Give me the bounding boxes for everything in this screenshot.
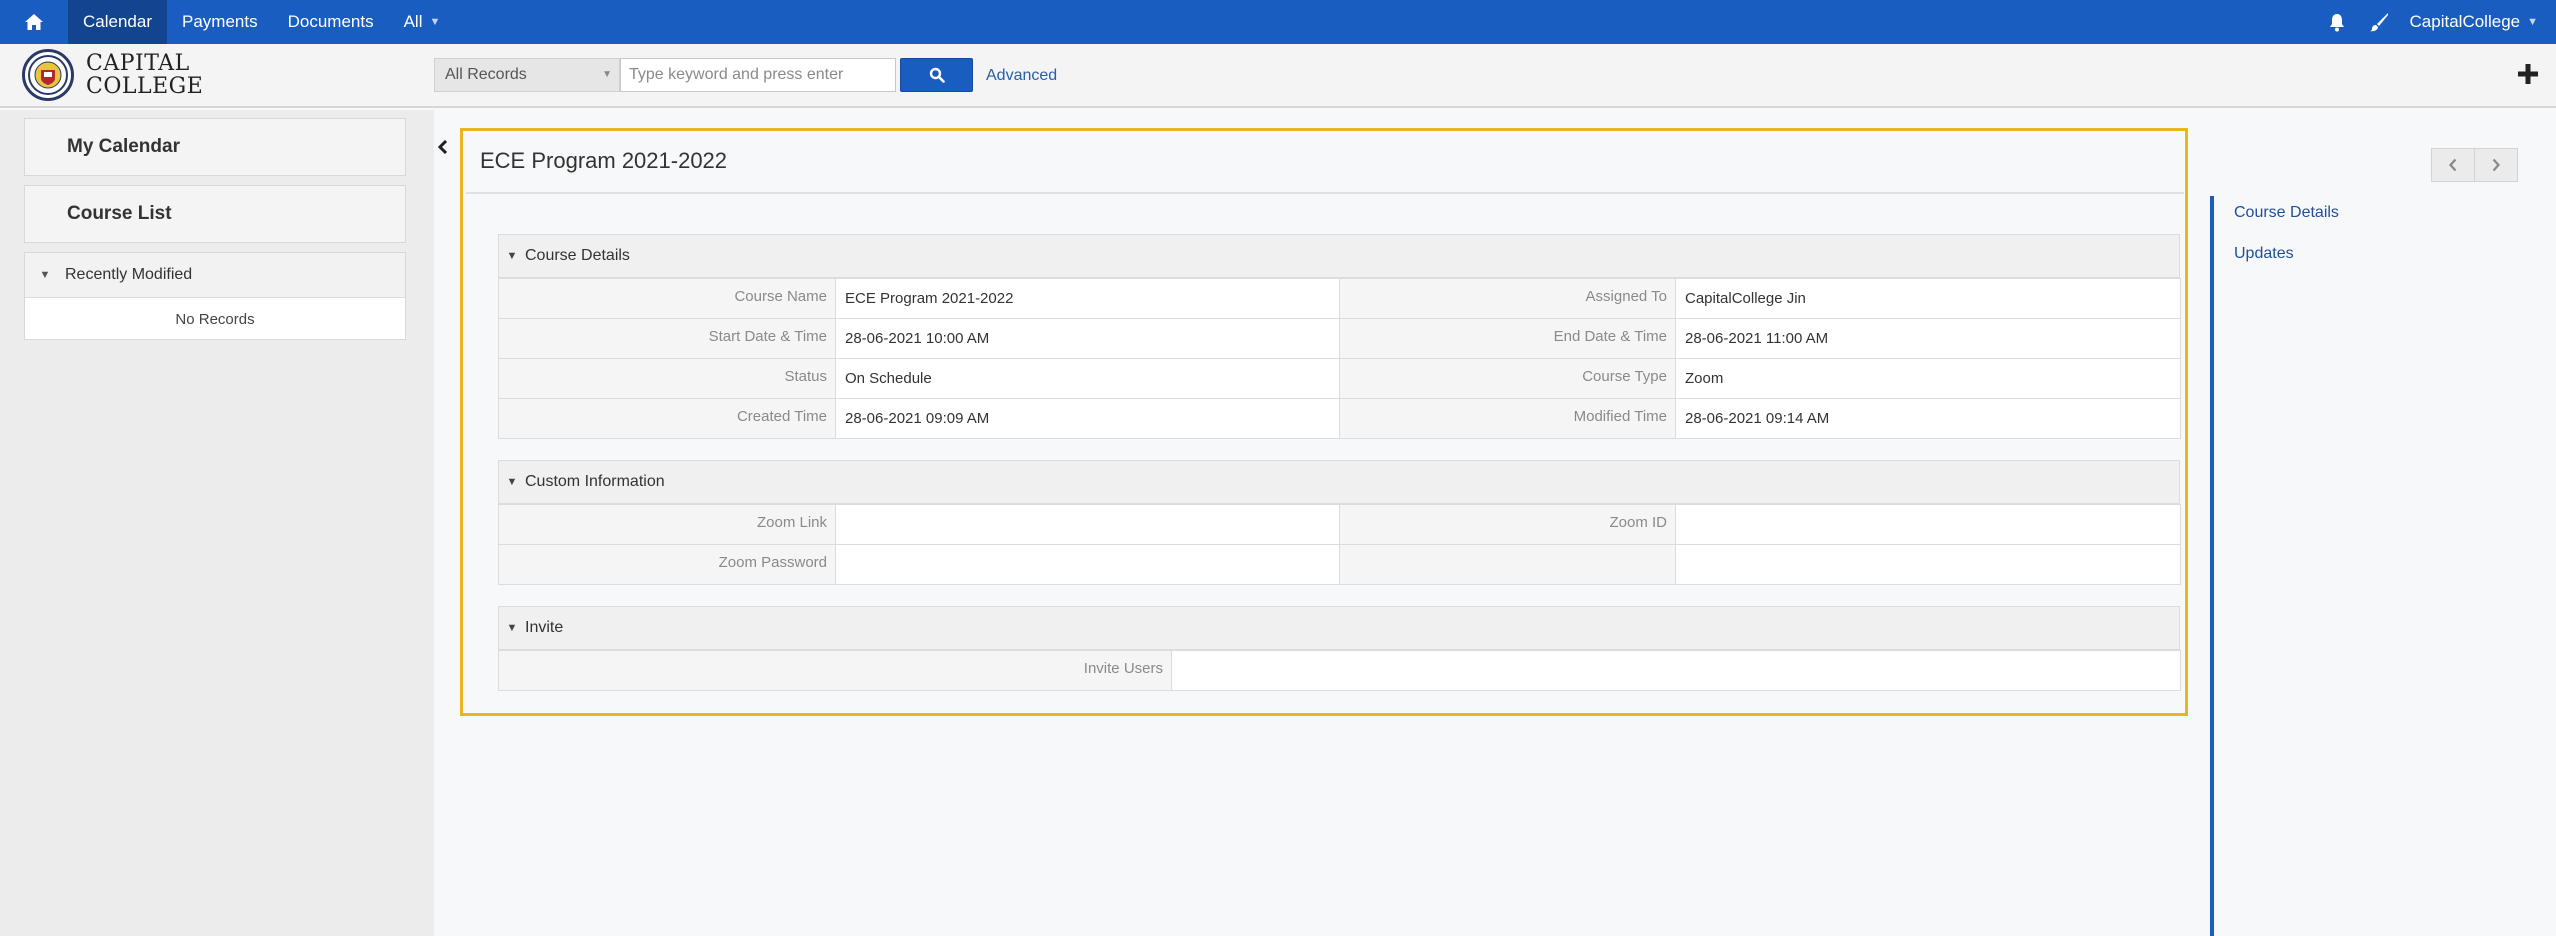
chevron-down-icon: ▼: [2527, 16, 2538, 28]
chevron-down-icon: ▼: [429, 16, 441, 28]
related-panel: Course Details Updates: [2210, 196, 2556, 936]
field-label: Zoom ID: [1339, 504, 1676, 545]
course-name-value[interactable]: ECE Program 2021-2022: [835, 278, 1340, 319]
user-menu[interactable]: CapitalCollege ▼: [2400, 12, 2556, 32]
nav-documents-label: Documents: [287, 12, 374, 31]
user-name: CapitalCollege: [2409, 12, 2521, 31]
field-label: Start Date & Time: [498, 318, 836, 359]
nav-all-label: All: [403, 12, 423, 31]
recently-modified-empty: No Records: [175, 310, 255, 328]
previous-record-button[interactable]: [2431, 148, 2475, 182]
field-label: Status: [498, 358, 836, 399]
search-scope-select[interactable]: All Records ▼: [434, 58, 620, 92]
search-button[interactable]: [900, 58, 973, 92]
modified-time-value: 28-06-2021 09:14 AM: [1675, 398, 2181, 439]
zoom-id-value[interactable]: [1675, 504, 2181, 545]
recently-modified-header[interactable]: ▼ Recently Modified: [25, 253, 405, 298]
status-value[interactable]: On Schedule: [835, 358, 1340, 399]
collapse-sidebar-icon[interactable]: [434, 130, 452, 164]
field-label: Created Time: [498, 398, 836, 439]
chevron-down-icon: ▼: [602, 69, 612, 80]
recently-modified-panel: ▼ Recently Modified No Records: [24, 252, 406, 340]
search-scope-value: All Records: [445, 66, 527, 83]
field-label: Modified Time: [1339, 398, 1676, 439]
course-details-table: Course Name ECE Program 2021-2022 Assign…: [498, 278, 2181, 439]
plus-icon[interactable]: [2514, 60, 2542, 88]
related-link-course-details[interactable]: Course Details: [2234, 204, 2339, 222]
nav-calendar-label: Calendar: [83, 12, 152, 31]
sidebar-item-label: My Calendar: [67, 136, 180, 157]
sidebar-item-my-calendar[interactable]: My Calendar: [24, 118, 406, 176]
chevron-left-icon: [2449, 158, 2457, 172]
zoom-password-value[interactable]: [835, 544, 1340, 585]
table-row: Created Time 28-06-2021 09:09 AM Modifie…: [498, 398, 2181, 439]
nav-calendar[interactable]: Calendar: [68, 0, 167, 44]
course-details-title: Course Details: [525, 247, 630, 264]
nav-all[interactable]: All ▼: [389, 0, 456, 44]
custom-information-header[interactable]: ▼ Custom Information: [498, 460, 2180, 504]
record-title: ECE Program 2021-2022: [480, 148, 728, 173]
sidebar-item-course-list[interactable]: Course List: [24, 185, 406, 243]
field-label: Zoom Link: [498, 504, 836, 545]
nav-documents[interactable]: Documents: [273, 0, 389, 44]
header-bar: CAPITAL COLLEGE All Records ▼ Advanced: [0, 44, 2556, 108]
caret-down-icon: ▼: [506, 476, 518, 488]
start-datetime-value[interactable]: 28-06-2021 10:00 AM: [835, 318, 1340, 359]
custom-information-title: Custom Information: [525, 473, 665, 490]
college-name: CAPITAL COLLEGE: [86, 52, 203, 98]
nav-payments-label: Payments: [182, 12, 258, 31]
college-name-line1: CAPITAL: [86, 51, 190, 76]
caret-down-icon: ▼: [506, 622, 518, 634]
table-row: Zoom Link Zoom ID: [498, 504, 2181, 545]
sidebar-item-label: Course List: [67, 203, 172, 224]
created-time-value: 28-06-2021 09:09 AM: [835, 398, 1340, 439]
home-icon[interactable]: [0, 0, 68, 44]
assigned-to-value[interactable]: CapitalCollege Jin: [1675, 278, 2181, 319]
chevron-right-icon: [2492, 158, 2500, 172]
record-pager: [2431, 148, 2518, 182]
search-input[interactable]: [620, 58, 896, 92]
invite-users-value[interactable]: [1171, 650, 2181, 691]
related-link-updates[interactable]: Updates: [2234, 245, 2294, 263]
end-datetime-value[interactable]: 28-06-2021 11:00 AM: [1675, 318, 2181, 359]
college-seal-icon: [22, 49, 74, 101]
next-record-button[interactable]: [2474, 148, 2518, 182]
invite-header[interactable]: ▼ Invite: [498, 606, 2180, 650]
search-icon: [929, 67, 945, 83]
course-details-block: ▼ Course Details Course Name ECE Program…: [498, 234, 2181, 439]
table-row: Status On Schedule Course Type Zoom: [498, 358, 2181, 399]
recently-modified-title: Recently Modified: [65, 266, 193, 283]
field-label: [1339, 544, 1676, 585]
paintbrush-icon[interactable]: [2358, 0, 2400, 44]
nav-payments[interactable]: Payments: [167, 0, 273, 44]
invite-block: ▼ Invite Invite Users: [498, 606, 2181, 691]
table-row: Invite Users: [498, 650, 2181, 691]
field-label: Course Name: [498, 278, 836, 319]
caret-down-icon: ▼: [506, 250, 518, 262]
course-details-header[interactable]: ▼ Course Details: [498, 234, 2180, 278]
advanced-search-link[interactable]: Advanced: [986, 67, 1057, 85]
course-type-value[interactable]: Zoom: [1675, 358, 2181, 399]
table-row: Zoom Password: [498, 544, 2181, 585]
sidebar: My Calendar Course List ▼ Recently Modif…: [0, 110, 434, 936]
top-navbar: Calendar Payments Documents All ▼ Capital…: [0, 0, 2556, 44]
field-label: End Date & Time: [1339, 318, 1676, 359]
divider: [466, 192, 2184, 194]
table-row: Course Name ECE Program 2021-2022 Assign…: [498, 278, 2181, 319]
custom-information-table: Zoom Link Zoom ID Zoom Password: [498, 504, 2181, 585]
bell-icon[interactable]: [2316, 0, 2358, 44]
college-logo[interactable]: CAPITAL COLLEGE: [22, 49, 203, 101]
invite-title: Invite: [525, 619, 564, 636]
field-label: Zoom Password: [498, 544, 836, 585]
custom-information-block: ▼ Custom Information Zoom Link Zoom ID Z…: [498, 460, 2181, 585]
college-name-line2: COLLEGE: [86, 74, 204, 99]
invite-table: Invite Users: [498, 650, 2181, 691]
zoom-link-value[interactable]: [835, 504, 1340, 545]
table-row: Start Date & Time 28-06-2021 10:00 AM En…: [498, 318, 2181, 359]
field-label: Invite Users: [498, 650, 1172, 691]
empty-value: [1675, 544, 2181, 585]
field-label: Course Type: [1339, 358, 1676, 399]
field-label: Assigned To: [1339, 278, 1676, 319]
caret-down-icon: ▼: [39, 269, 51, 281]
